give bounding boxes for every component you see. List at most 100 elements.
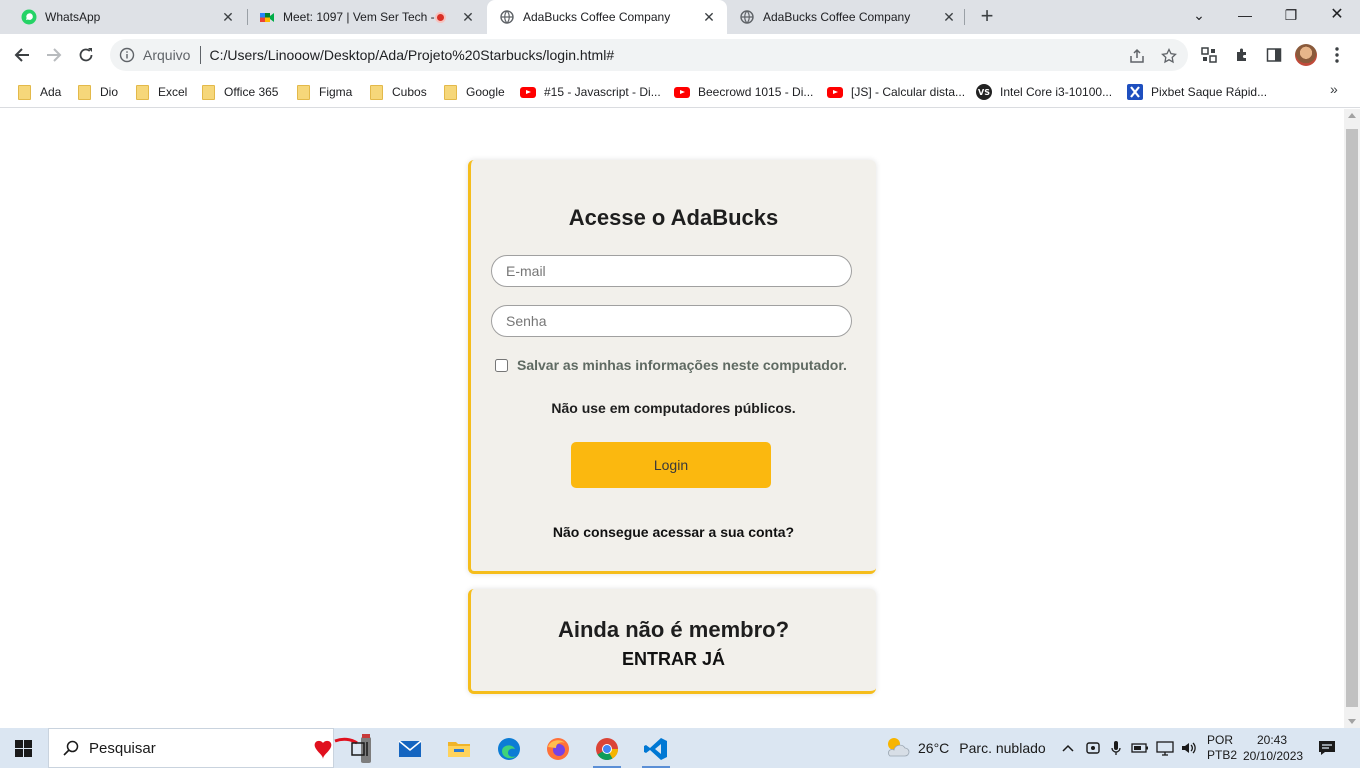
reload-icon[interactable]	[74, 43, 98, 67]
microphone-icon[interactable]	[1107, 739, 1125, 757]
firefox-icon[interactable]	[538, 732, 578, 766]
input-language[interactable]: POR PTB2	[1207, 733, 1237, 763]
login-button[interactable]: Login	[571, 442, 771, 488]
join-now-link[interactable]: ENTRAR JÁ	[471, 649, 876, 670]
tab-title: AdaBucks Coffee Company	[523, 10, 671, 24]
vscode-icon[interactable]	[636, 732, 676, 768]
email-input[interactable]	[491, 255, 852, 287]
bookmark-js-calcular-video[interactable]: [JS] - Calcular dista...	[827, 82, 965, 102]
bookmarks-overflow-chevron-icon[interactable]: »	[1330, 81, 1338, 97]
network-icon[interactable]	[1156, 739, 1174, 757]
taskbar-search-box[interactable]: Pesquisar	[48, 728, 371, 768]
remember-me-row[interactable]: Salvar as minhas informações neste compu…	[495, 357, 847, 373]
browser-tab-strip: WhatsApp ✕ Meet: 1097 | Vem Ser Tech - ✕…	[0, 0, 1360, 34]
google-meet-icon	[259, 9, 275, 25]
profile-avatar[interactable]	[1295, 44, 1317, 66]
youtube-icon	[827, 84, 843, 100]
tab-google-meet[interactable]: Meet: 1097 | Vem Ser Tech - ✕	[238, 0, 486, 34]
close-window-button[interactable]: ✕	[1324, 4, 1350, 26]
new-tab-button[interactable]: +	[976, 5, 998, 28]
menu-kebab-icon[interactable]	[1333, 46, 1341, 64]
bookmark-pixbet[interactable]: Pixbet Saque Rápid...	[1127, 82, 1267, 102]
folder-icon	[16, 84, 32, 100]
tab-adabucks[interactable]: AdaBucks Coffee Company ✕	[727, 0, 967, 34]
tab-title: WhatsApp	[45, 10, 101, 24]
bookmark-google[interactable]: Google	[442, 82, 505, 102]
back-arrow-icon[interactable]	[10, 43, 34, 67]
notifications-icon[interactable]	[1318, 739, 1336, 757]
windows-start-icon[interactable]	[15, 740, 32, 757]
clock-time: 20:43	[1256, 733, 1288, 747]
chrome-icon[interactable]	[587, 732, 627, 768]
forgot-account-link[interactable]: Não consegue acessar a sua conta?	[471, 524, 876, 540]
remember-me-checkbox[interactable]	[495, 358, 508, 372]
info-icon[interactable]	[119, 47, 135, 63]
bookmark-figma[interactable]: Figma	[295, 82, 352, 102]
taskbar-search-placeholder: Pesquisar	[89, 739, 156, 757]
address-divider	[200, 46, 202, 64]
search-icon	[63, 740, 79, 756]
restore-button[interactable]: ❐	[1278, 4, 1304, 26]
bookmark-office-365[interactable]: Office 365	[200, 82, 278, 102]
meet-tray-icon[interactable]	[1084, 739, 1102, 757]
weather-temperature: 26°C	[918, 740, 950, 756]
folder-icon	[295, 84, 311, 100]
qr-extension-icon[interactable]	[1199, 45, 1219, 65]
login-card: Acesse o AdaBucks Salvar as minhas infor…	[468, 160, 876, 574]
minimize-button[interactable]: —	[1232, 4, 1258, 26]
volume-icon[interactable]	[1180, 739, 1198, 757]
login-title: Acesse o AdaBucks	[568, 205, 779, 230]
bookmark-intel-core[interactable]: VS Intel Core i3-10100...	[976, 82, 1112, 102]
tab-search-chevron-icon[interactable]: ⌄	[1186, 4, 1212, 26]
task-view-icon[interactable]	[340, 732, 380, 766]
recording-indicator-icon	[435, 11, 446, 23]
clock-date: 20/10/2023	[1243, 749, 1304, 763]
folder-icon	[442, 84, 458, 100]
scroll-up-arrow-icon[interactable]	[1348, 113, 1356, 118]
member-card: Ainda não é membro? ENTRAR JÁ	[468, 589, 876, 694]
whatsapp-icon	[21, 9, 37, 25]
x-brand-icon	[1127, 84, 1143, 100]
system-clock[interactable]: 20:43 20/10/2023	[1243, 732, 1304, 764]
page-scrollbar[interactable]	[1344, 109, 1360, 728]
bookmark-beecrowd-video[interactable]: Beecrowd 1015 - Di...	[674, 82, 813, 102]
bookmark-star-icon[interactable]	[1160, 47, 1178, 65]
close-tab-icon[interactable]: ✕	[220, 9, 236, 25]
close-tab-icon[interactable]: ✕	[460, 9, 476, 25]
edge-icon[interactable]	[489, 732, 529, 766]
versus-icon: VS	[976, 84, 992, 100]
folder-icon	[76, 84, 92, 100]
forward-arrow-icon[interactable]	[42, 43, 66, 67]
share-icon[interactable]	[1128, 47, 1146, 65]
member-title: Ainda não é membro?	[557, 617, 790, 642]
bookmark-excel[interactable]: Excel	[134, 82, 187, 102]
bookmark-cubos[interactable]: Cubos	[368, 82, 427, 102]
mail-icon[interactable]	[390, 732, 430, 766]
scroll-down-arrow-icon[interactable]	[1348, 719, 1356, 724]
scrollbar-thumb[interactable]	[1346, 129, 1358, 707]
close-tab-icon[interactable]: ✕	[701, 9, 717, 25]
battery-icon[interactable]	[1131, 739, 1149, 757]
bookmark-ada[interactable]: Ada	[16, 82, 61, 102]
bookmarks-bar: Ada Dio Excel Office 365 Figma Cubos Goo…	[0, 76, 1360, 108]
browser-toolbar: Arquivo C:/Users/Linooow/Desktop/Ada/Pro…	[0, 34, 1360, 76]
file-explorer-icon[interactable]	[439, 732, 479, 766]
url-text[interactable]: C:/Users/Linooow/Desktop/Ada/Projeto%20S…	[209, 47, 614, 63]
folder-icon	[134, 84, 150, 100]
tray-chevron-up-icon[interactable]	[1059, 739, 1077, 757]
tab-adabucks-active[interactable]: AdaBucks Coffee Company ✕	[487, 0, 727, 34]
side-panel-icon[interactable]	[1264, 45, 1284, 65]
svg-text:VS: VS	[978, 88, 990, 97]
tab-whatsapp[interactable]: WhatsApp ✕	[0, 0, 246, 34]
password-input[interactable]	[491, 305, 852, 337]
weather-widget[interactable]: 26°C Parc. nublado	[884, 728, 1046, 768]
youtube-icon	[520, 84, 536, 100]
extensions-puzzle-icon[interactable]	[1232, 45, 1252, 65]
close-tab-icon[interactable]: ✕	[941, 9, 957, 25]
tab-title: AdaBucks Coffee Company	[763, 10, 911, 24]
address-bar[interactable]: Arquivo C:/Users/Linooow/Desktop/Ada/Pro…	[110, 39, 1188, 71]
bookmark-javascript-video[interactable]: #15 - Javascript - Di...	[520, 82, 661, 102]
weather-condition: Parc. nublado	[959, 740, 1046, 756]
bookmark-dio[interactable]: Dio	[76, 82, 118, 102]
scheme-label: Arquivo	[143, 47, 191, 63]
